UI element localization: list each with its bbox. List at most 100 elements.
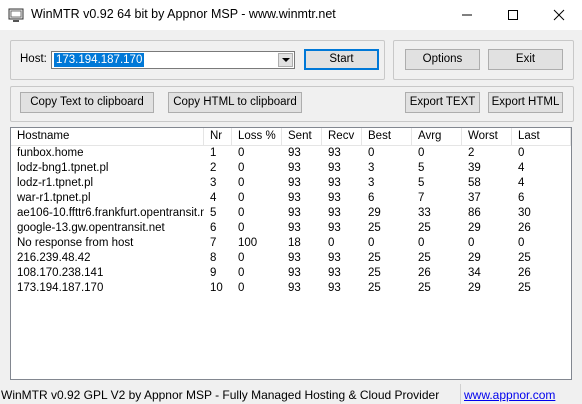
table-cell: 93 [328,147,341,159]
table-row[interactable]: lodz-bng1.tpnet.pl 2 0 93 93 3 5 39 4 [11,161,571,175]
host-combobox[interactable]: 173.194.187.170 [51,51,295,69]
table-cell: 0 [238,177,245,189]
maximize-icon [508,10,518,20]
minimize-icon [462,14,472,16]
table-cell: 93 [328,222,341,234]
table-cell: 3 [368,177,375,189]
column-header-recv[interactable]: Recv [322,128,362,145]
table-cell: 0 [368,147,375,159]
close-button[interactable] [536,0,582,30]
options-button[interactable]: Options [405,49,480,70]
table-cell: 25 [368,267,381,279]
table-cell: 2 [210,162,217,174]
table-cell: 29 [468,252,481,264]
host-dropdown-button[interactable] [278,53,293,67]
export-html-button[interactable]: Export HTML [488,92,563,113]
table-cell: 0 [238,267,245,279]
table-cell: 9 [210,267,217,279]
table-cell: 93 [288,147,301,159]
table-cell: 86 [468,207,481,219]
start-button[interactable]: Start [304,49,379,70]
table-cell: 2 [468,147,475,159]
results-table[interactable]: Hostname Nr Loss % Sent Recv Best Avrg Worst Las… [10,127,572,380]
table-cell: 7 [210,237,217,249]
table-row[interactable]: 173.194.187.170 10 0 93 93 25 25 29 25 [11,281,571,295]
table-cell: 93 [288,282,301,294]
host-input[interactable]: 173.194.187.170 [54,53,145,67]
status-link-pane: www.appnor.com [460,384,582,404]
column-header-loss[interactable]: Loss % [232,128,282,145]
table-cell: 0 [238,252,245,264]
copy-text-button[interactable]: Copy Text to clipboard [20,92,154,113]
table-cell: 29 [368,207,381,219]
column-header-nr[interactable]: Nr [204,128,232,145]
table-row[interactable]: No response from host 7 100 18 0 0 0 0 0 [11,236,571,250]
table-cell: 108.170.238.141 [17,267,104,279]
column-header-last[interactable]: Last [512,128,571,145]
host-label: Host: [20,53,47,65]
appnor-link[interactable]: www.appnor.com [464,388,555,402]
table-cell: 93 [328,207,341,219]
maximize-button[interactable] [490,0,536,30]
table-cell: 93 [328,252,341,264]
column-header-avrg[interactable]: Avrg [412,128,462,145]
table-cell: 93 [288,192,301,204]
table-cell: 29 [468,222,481,234]
exit-button[interactable]: Exit [488,49,563,70]
table-row[interactable]: war-r1.tpnet.pl 4 0 93 93 6 7 37 6 [11,191,571,205]
table-row[interactable]: funbox.home 1 0 93 93 0 0 2 0 [11,146,571,160]
table-cell: 25 [368,222,381,234]
table-cell: 1 [210,147,217,159]
table-cell: 93 [328,282,341,294]
table-cell: 33 [418,207,431,219]
copy-html-button[interactable]: Copy HTML to clipboard [168,92,302,113]
table-row[interactable]: 108.170.238.141 9 0 93 93 25 26 34 26 [11,266,571,280]
table-cell: 93 [288,177,301,189]
minimize-button[interactable] [444,0,490,30]
table-cell: 6 [518,192,525,204]
table-cell: 93 [328,267,341,279]
table-row[interactable]: google-13.gw.opentransit.net 6 0 93 93 25 25 29… [11,221,571,235]
table-cell: 26 [518,222,531,234]
table-cell: ae106-10.ffttr6.frankfurt.opentransit.ne… [17,207,204,219]
table-cell: 0 [518,237,525,249]
export-text-button[interactable]: Export TEXT [405,92,480,113]
table-cell: 100 [238,237,258,249]
column-header-sent[interactable]: Sent [282,128,322,145]
status-text: WinMTR v0.92 GPL V2 by Appnor MSP - Full… [1,388,440,402]
table-cell: 25 [418,282,431,294]
table-cell: 93 [288,162,301,174]
title-bar[interactable]: WinMTR v0.92 64 bit by Appnor MSP - www.… [0,0,582,30]
table-row[interactable]: lodz-r1.tpnet.pl 3 0 93 93 3 5 58 4 [11,176,571,190]
table-cell: 0 [238,222,245,234]
table-cell: 3 [210,177,217,189]
table-header: Hostname Nr Loss % Sent Recv Best Avrg Worst Las… [11,128,571,146]
table-cell: 5 [418,162,425,174]
table-cell: funbox.home [17,147,84,159]
table-cell: 58 [468,177,481,189]
table-cell: 93 [288,222,301,234]
column-header-worst[interactable]: Worst [462,128,512,145]
table-cell: 93 [288,252,301,264]
table-cell: 30 [518,207,531,219]
table-cell: 0 [238,192,245,204]
table-cell: 26 [518,267,531,279]
table-cell: 5 [418,177,425,189]
table-cell: 173.194.187.170 [17,282,104,294]
column-header-hostname[interactable]: Hostname [11,128,204,145]
column-header-best[interactable]: Best [362,128,412,145]
table-cell: 26 [418,267,431,279]
table-row[interactable]: 216.239.48.42 8 0 93 93 25 25 29 25 [11,251,571,265]
table-cell: 39 [468,162,481,174]
table-cell: 6 [368,192,375,204]
table-cell: 5 [210,207,217,219]
table-cell: 0 [468,237,475,249]
table-cell: 34 [468,267,481,279]
table-cell: 7 [418,192,425,204]
table-cell: 37 [468,192,481,204]
table-cell: 6 [210,222,217,234]
table-cell: 25 [368,282,381,294]
close-icon [553,9,565,21]
table-row[interactable]: ae106-10.ffttr6.frankfurt.opentransit.ne… [11,206,571,220]
chevron-down-icon [282,58,290,62]
